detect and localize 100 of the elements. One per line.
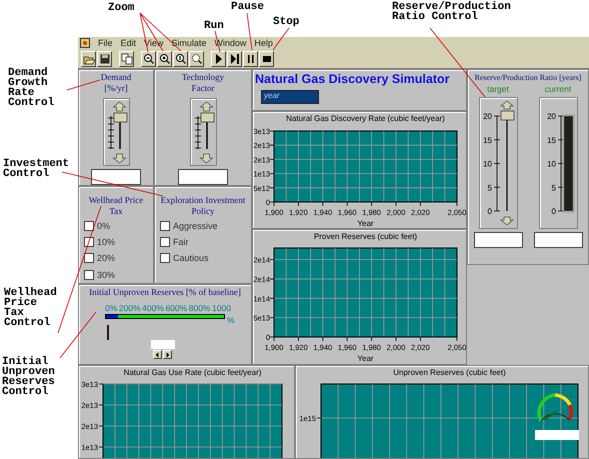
zoom-in-button[interactable]	[157, 50, 172, 67]
option-label: Aggressive	[173, 220, 218, 231]
annotation-text: Reserve/Production Ratio Control	[392, 2, 512, 22]
pause-button[interactable]	[243, 50, 258, 67]
chart-title: Natural Gas Discovery Rate (cubic feet/year)	[286, 114, 445, 123]
zoom-reset-button[interactable]	[173, 50, 188, 67]
value-field[interactable]	[534, 232, 582, 248]
pages-icon	[120, 52, 132, 65]
magnifier-icon	[174, 52, 186, 65]
menu-item[interactable]: Simulate	[171, 38, 206, 48]
down-arrow-icon[interactable]	[112, 153, 126, 164]
dotted-magnifier-icon	[190, 52, 202, 65]
tick-label: 5	[551, 183, 556, 192]
control-title: Initial Unproven Reserves [% of baseline]	[88, 287, 242, 298]
save-button[interactable]	[97, 50, 112, 67]
annotation-text: Demand Growth Rate Control	[8, 68, 56, 108]
step-forward-icon	[228, 52, 240, 65]
tick-label: 5	[487, 183, 492, 192]
value-field[interactable]	[178, 168, 228, 185]
scale-label: 600%	[165, 304, 188, 314]
slider-thumb[interactable]	[113, 112, 127, 122]
tick-label: 20	[546, 112, 556, 121]
tick-label: 15	[482, 136, 492, 145]
tick-marks	[194, 115, 201, 149]
annotation-text: Initial Unproven Reserves Control	[2, 357, 56, 397]
axis-label: Year	[357, 354, 374, 363]
value-field[interactable]	[535, 430, 579, 440]
gauge-label: current	[544, 85, 572, 95]
annotation-text: Run	[204, 21, 225, 31]
menu-item[interactable]: Edit	[120, 38, 136, 48]
menu-item[interactable]: Help	[254, 38, 273, 48]
control-title: Exploration Investment Policy	[160, 195, 246, 217]
tick-label: 0	[551, 206, 556, 216]
annotation-text: Stop	[273, 17, 300, 27]
checkbox[interactable]	[84, 220, 94, 231]
app-icon	[80, 38, 90, 48]
copy-button[interactable]	[119, 50, 134, 67]
tick-label: 0	[487, 206, 492, 216]
checkbox[interactable]	[84, 237, 94, 248]
checkbox[interactable]	[160, 220, 170, 231]
gauge-label: target	[487, 85, 509, 95]
zoom-fit-button[interactable]	[189, 50, 204, 67]
chart-title: Unproven Reserves (cubic feet)	[393, 368, 506, 377]
right-arrow-button[interactable]	[163, 350, 172, 360]
scale-label: 400%	[142, 304, 164, 314]
option-label: 20%	[97, 253, 116, 264]
scale-label: 800%	[188, 304, 210, 314]
up-arrow-icon[interactable]	[112, 101, 126, 111]
scale-label: 1000	[212, 304, 231, 314]
up-arrow-icon[interactable]	[499, 100, 514, 110]
run-button[interactable]	[211, 50, 226, 67]
zoom-out-icon	[142, 52, 154, 65]
option-label: 0%	[97, 220, 110, 231]
checkbox[interactable]	[160, 237, 170, 248]
left-arrow-icon	[154, 350, 161, 359]
step-button[interactable]	[227, 50, 242, 67]
app-title: Natural Gas Discovery Simulator	[255, 73, 451, 86]
value-field[interactable]	[151, 340, 175, 350]
leader-line	[272, 28, 290, 50]
open-button[interactable]	[81, 50, 96, 67]
control-title: Demand [%/yr]	[100, 72, 132, 94]
annotation-text: Wellhead Price Tax Control	[4, 288, 58, 328]
stop-button[interactable]	[259, 50, 274, 67]
tick-marks	[107, 115, 114, 149]
control-title: Wellhead Price Tax	[88, 195, 144, 217]
checkbox[interactable]	[84, 270, 94, 280]
left-arrow-button[interactable]	[153, 350, 162, 360]
leader-line	[66, 80, 100, 90]
option-label: 30%	[97, 270, 116, 280]
option-label: Fair	[173, 236, 188, 248]
annotation-text: Pause	[231, 2, 266, 12]
year-display: year	[261, 90, 319, 104]
checkbox[interactable]	[84, 253, 94, 264]
option-label: 10%	[97, 236, 116, 248]
axis-label: Year	[357, 219, 374, 228]
control-title: Technology Factor	[180, 72, 226, 94]
slider-marker[interactable]	[107, 325, 109, 340]
leader-line	[246, 12, 252, 50]
option-label: Cautious	[173, 253, 209, 264]
annotation-text: Investment Control	[3, 159, 70, 179]
scale-label: 0%	[105, 304, 118, 314]
value-field[interactable]	[474, 232, 522, 248]
slider-thumb[interactable]	[200, 112, 214, 122]
menu-item[interactable]: File	[98, 38, 113, 48]
tick-label: 20	[482, 112, 492, 121]
control-title: Reserve/Production Ratio [years]	[474, 73, 582, 83]
tick-label: 10	[482, 159, 492, 168]
checkbox[interactable]	[160, 253, 170, 264]
scale-label: 200%	[118, 304, 141, 314]
chart-title: Natural Gas Use Rate (cubic feet/year)	[124, 368, 262, 377]
unit-label: %	[227, 316, 235, 326]
down-arrow-icon[interactable]	[198, 153, 214, 164]
slider-thumb[interactable]	[500, 110, 514, 120]
value-field[interactable]	[91, 168, 141, 185]
right-arrow-icon	[164, 350, 171, 359]
y-axis	[270, 130, 274, 202]
zoom-out-button[interactable]	[141, 50, 156, 67]
annotation-text: Zoom	[108, 3, 136, 13]
down-arrow-icon[interactable]	[499, 216, 514, 226]
up-arrow-icon[interactable]	[198, 101, 214, 111]
